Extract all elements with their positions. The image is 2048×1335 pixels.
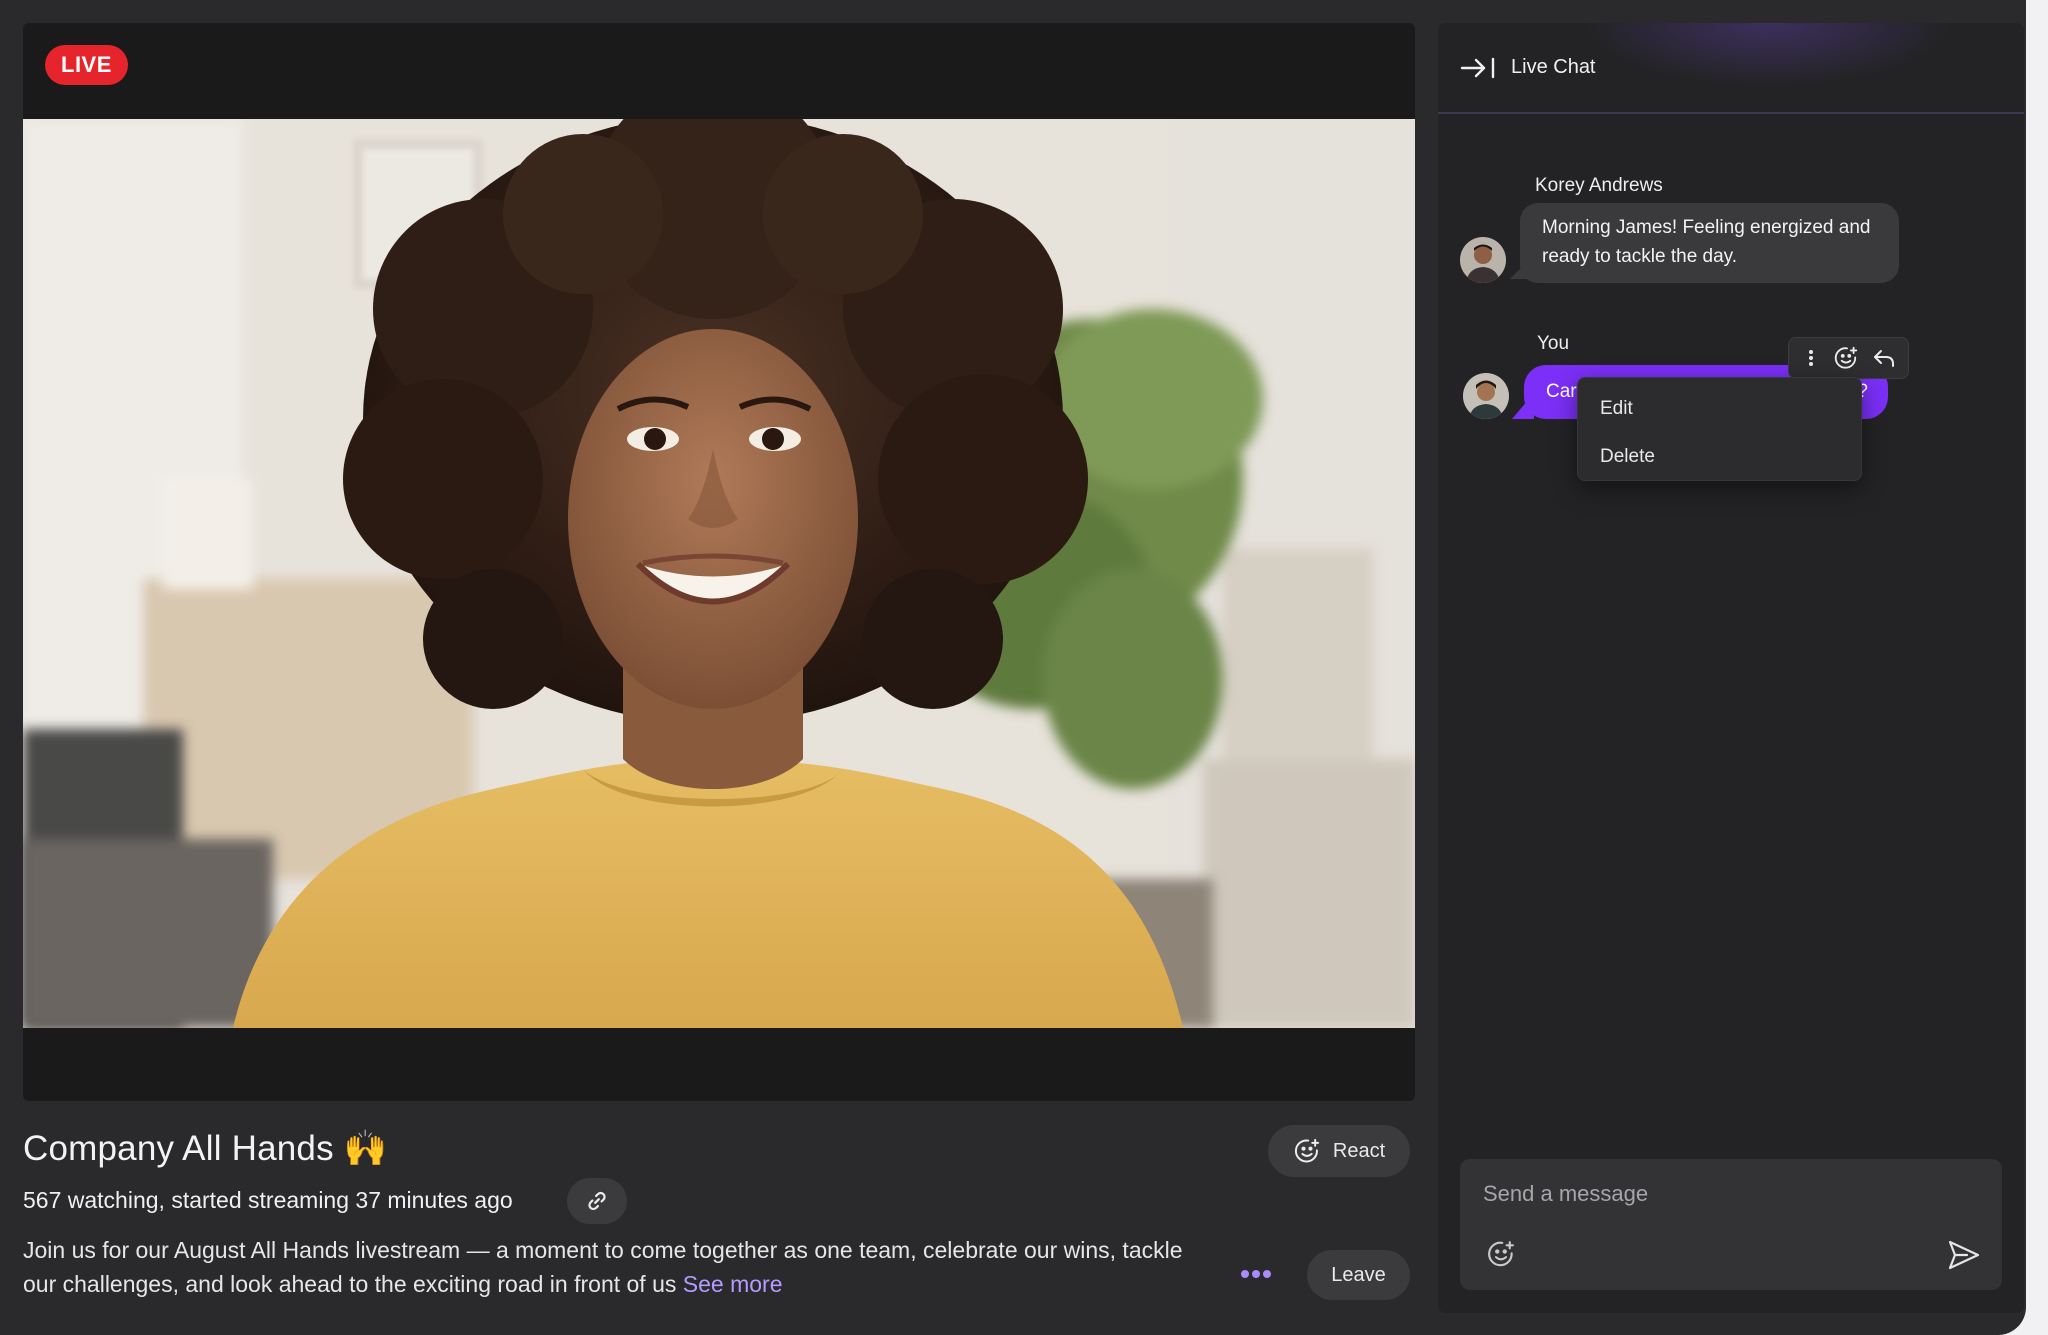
- raised-hands-emoji: 🙌: [343, 1129, 388, 1168]
- message-bubble[interactable]: Morning James! Feeling energized and rea…: [1520, 203, 1899, 283]
- react-button[interactable]: React: [1268, 1125, 1410, 1177]
- collapse-panel-icon[interactable]: [1460, 57, 1496, 79]
- stream-stats: 567 watching, started streaming 37 minut…: [23, 1187, 513, 1213]
- add-reaction-icon[interactable]: [1486, 1239, 1516, 1269]
- live-badge: LIVE: [45, 45, 128, 85]
- more-options-button[interactable]: [1236, 1256, 1276, 1292]
- message-actions-toolbar: [1788, 337, 1909, 379]
- edit-menu-item[interactable]: Edit: [1578, 388, 1861, 436]
- message-input[interactable]: [1460, 1159, 2002, 1229]
- see-more-link[interactable]: See more: [683, 1271, 783, 1297]
- delete-menu-item[interactable]: Delete: [1578, 436, 1861, 484]
- stream-title-text: Company All Hands: [23, 1129, 334, 1168]
- stream-title: Company All Hands 🙌: [23, 1128, 388, 1169]
- more-horizontal-icon: [1241, 1270, 1271, 1278]
- link-icon: [588, 1191, 606, 1211]
- avatar: [1463, 373, 1509, 419]
- message-sender: You: [1537, 333, 1570, 354]
- message-composer: [1460, 1159, 2002, 1290]
- description-text: Join us for our August All Hands livestr…: [23, 1237, 1183, 1297]
- chat-title: Live Chat: [1511, 56, 1596, 78]
- live-chat-panel: Live Chat Korey Andrews Morning James! F…: [1438, 23, 2024, 1313]
- send-icon[interactable]: [1947, 1239, 1981, 1271]
- message-text-start: Car: [1546, 381, 1577, 402]
- livestream-app: LIVE Company All Hands 🙌 567 watching, s…: [0, 0, 2026, 1335]
- add-reaction-icon[interactable]: [1833, 345, 1859, 371]
- leave-button[interactable]: Leave: [1307, 1250, 1410, 1300]
- reply-icon[interactable]: [1872, 347, 1896, 369]
- message-context-menu: Edit Delete: [1577, 377, 1862, 481]
- add-reaction-icon: [1294, 1138, 1319, 1163]
- copy-link-button[interactable]: [567, 1178, 627, 1224]
- video-player[interactable]: LIVE: [23, 23, 1415, 1101]
- more-vertical-icon[interactable]: [1801, 347, 1821, 369]
- stream-description: Join us for our August All Hands livestr…: [23, 1233, 1203, 1301]
- video-feed: [23, 119, 1415, 1028]
- message-sender: Korey Andrews: [1535, 175, 1663, 196]
- avatar: [1460, 237, 1506, 283]
- chat-header: Live Chat: [1438, 23, 2024, 114]
- react-label: React: [1332, 1139, 1386, 1162]
